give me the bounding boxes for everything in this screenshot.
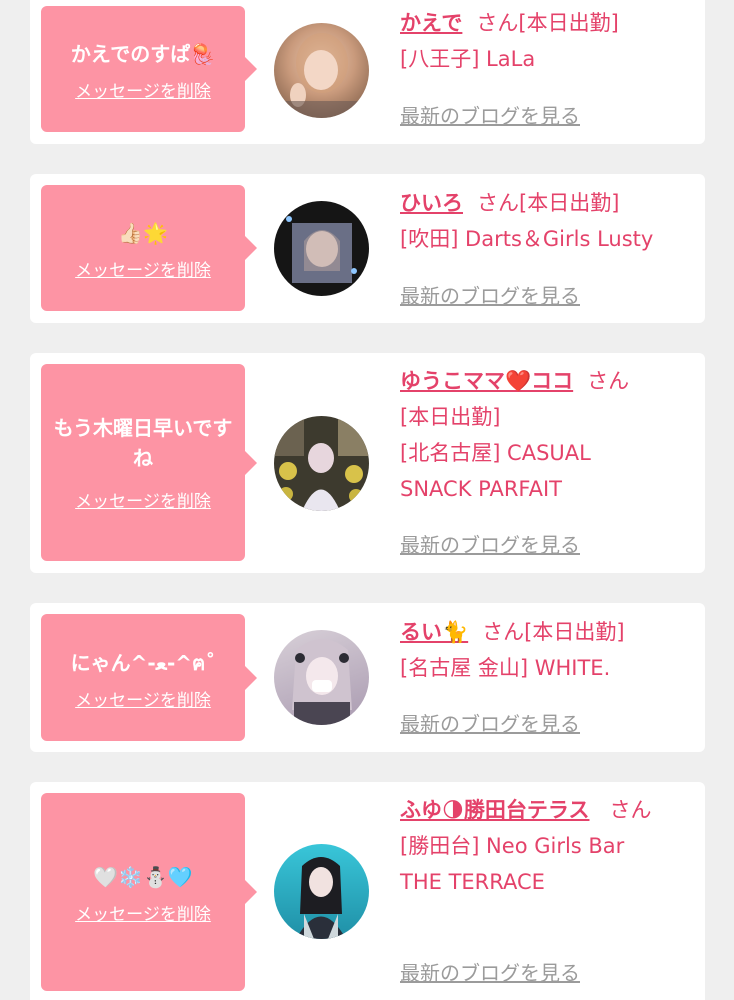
avatar[interactable] bbox=[274, 844, 369, 939]
message-text: もう木曜日早いですね bbox=[53, 416, 233, 470]
message-bubble: にゃん^-ﻌ-^ฅ˚ メッセージを削除 bbox=[41, 614, 257, 741]
avatar-photo bbox=[274, 416, 369, 511]
avatar[interactable] bbox=[274, 23, 369, 118]
work-status: [本日出勤] bbox=[519, 191, 620, 215]
avatar-photo bbox=[286, 216, 357, 283]
delete-message-link[interactable]: メッセージを削除 bbox=[75, 900, 211, 925]
message-bubble: 🤍❄️⛄️🩵 メッセージを削除 bbox=[41, 793, 257, 991]
latest-blog-link[interactable]: 最新のブログを見る bbox=[400, 957, 580, 986]
avatar[interactable] bbox=[274, 416, 369, 511]
message-card: もう木曜日早いですね メッセージを削除 ゆうこママ❤️ココ さん [本日出勤] [… bbox=[30, 353, 705, 573]
work-status: [本日出勤] bbox=[400, 405, 501, 429]
profile-info: ふゆ🌗勝田台テラス さん [勝田台] Neo Girls Bar THE TERR… bbox=[400, 792, 680, 900]
profile-info: かえで さん[本日出勤] [八王子] LaLa bbox=[400, 5, 690, 77]
message-bubble: もう木曜日早いですね メッセージを削除 bbox=[41, 364, 257, 561]
avatar-photo bbox=[292, 639, 352, 725]
honorific: さん bbox=[477, 191, 519, 215]
message-card: にゃん^-ﻌ-^ฅ˚ メッセージを削除 るい🐈 さん[本日出勤] [名古屋 金山]… bbox=[30, 603, 705, 752]
latest-blog-link[interactable]: 最新のブログを見る bbox=[400, 708, 580, 737]
avatar[interactable] bbox=[274, 201, 369, 296]
message-card: かえでのすぱ🪼 メッセージを削除 かえで さん[本日出勤] [八王子] LaLa … bbox=[30, 0, 705, 144]
cast-name-link[interactable]: ふゆ🌗勝田台テラス bbox=[400, 798, 589, 822]
cast-name-link[interactable]: かえで bbox=[400, 11, 462, 35]
message-text: 👍🏻🌟 bbox=[118, 221, 168, 245]
message-bubble: 👍🏻🌟 メッセージを削除 bbox=[41, 185, 257, 311]
message-card: 🤍❄️⛄️🩵 メッセージを削除 ふゆ🌗勝田台テラス さん [勝田台] Neo Gi… bbox=[30, 782, 705, 1000]
latest-blog-link[interactable]: 最新のブログを見る bbox=[400, 100, 580, 129]
cast-name-link[interactable]: ひいろ bbox=[400, 191, 463, 215]
delete-message-link[interactable]: メッセージを削除 bbox=[75, 686, 211, 711]
cast-name-link[interactable]: ゆうこママ❤️ココ bbox=[400, 369, 573, 393]
shop-name: [名古屋 金山] WHITE. bbox=[400, 656, 611, 680]
delete-message-link[interactable]: メッセージを削除 bbox=[75, 487, 211, 512]
honorific: さん bbox=[587, 369, 630, 393]
message-text: にゃん^-ﻌ-^ฅ˚ bbox=[70, 650, 216, 675]
cast-name-link[interactable]: るい🐈 bbox=[400, 620, 468, 644]
shop-name: [吹田] Darts＆Girls Lusty bbox=[400, 227, 654, 251]
profile-info: るい🐈 さん[本日出勤] [名古屋 金山] WHITE. bbox=[400, 614, 690, 686]
shop-name: [勝田台] Neo Girls Bar THE TERRACE bbox=[400, 834, 625, 894]
message-text: 🤍❄️⛄️🩵 bbox=[93, 865, 193, 889]
avatar-photo bbox=[296, 857, 346, 939]
latest-blog-link[interactable]: 最新のブログを見る bbox=[400, 280, 580, 309]
message-text: かえでのすぱ🪼 bbox=[70, 42, 216, 66]
shop-name: [八王子] LaLa bbox=[400, 47, 536, 71]
avatar[interactable] bbox=[274, 630, 369, 725]
latest-blog-link[interactable]: 最新のブログを見る bbox=[400, 529, 580, 558]
work-status: [本日出勤] bbox=[518, 11, 619, 35]
profile-info: ゆうこママ❤️ココ さん [本日出勤] [北名古屋] CASUAL SNACK P… bbox=[400, 363, 700, 507]
avatar-photo bbox=[274, 33, 369, 118]
shop-name: [北名古屋] CASUAL SNACK PARFAIT bbox=[400, 441, 591, 501]
delete-message-link[interactable]: メッセージを削除 bbox=[75, 77, 211, 102]
message-bubble: かえでのすぱ🪼 メッセージを削除 bbox=[41, 6, 257, 132]
honorific: さん bbox=[482, 620, 525, 644]
work-status: [本日出勤] bbox=[524, 620, 625, 644]
profile-info: ひいろ さん[本日出勤] [吹田] Darts＆Girls Lusty bbox=[400, 185, 690, 257]
message-card: 👍🏻🌟 メッセージを削除 ひいろ さん[本日出勤] [吹田] Darts＆Girl… bbox=[30, 174, 705, 323]
honorific: さん bbox=[476, 11, 519, 35]
honorific: さん bbox=[609, 798, 652, 822]
delete-message-link[interactable]: メッセージを削除 bbox=[75, 256, 211, 281]
